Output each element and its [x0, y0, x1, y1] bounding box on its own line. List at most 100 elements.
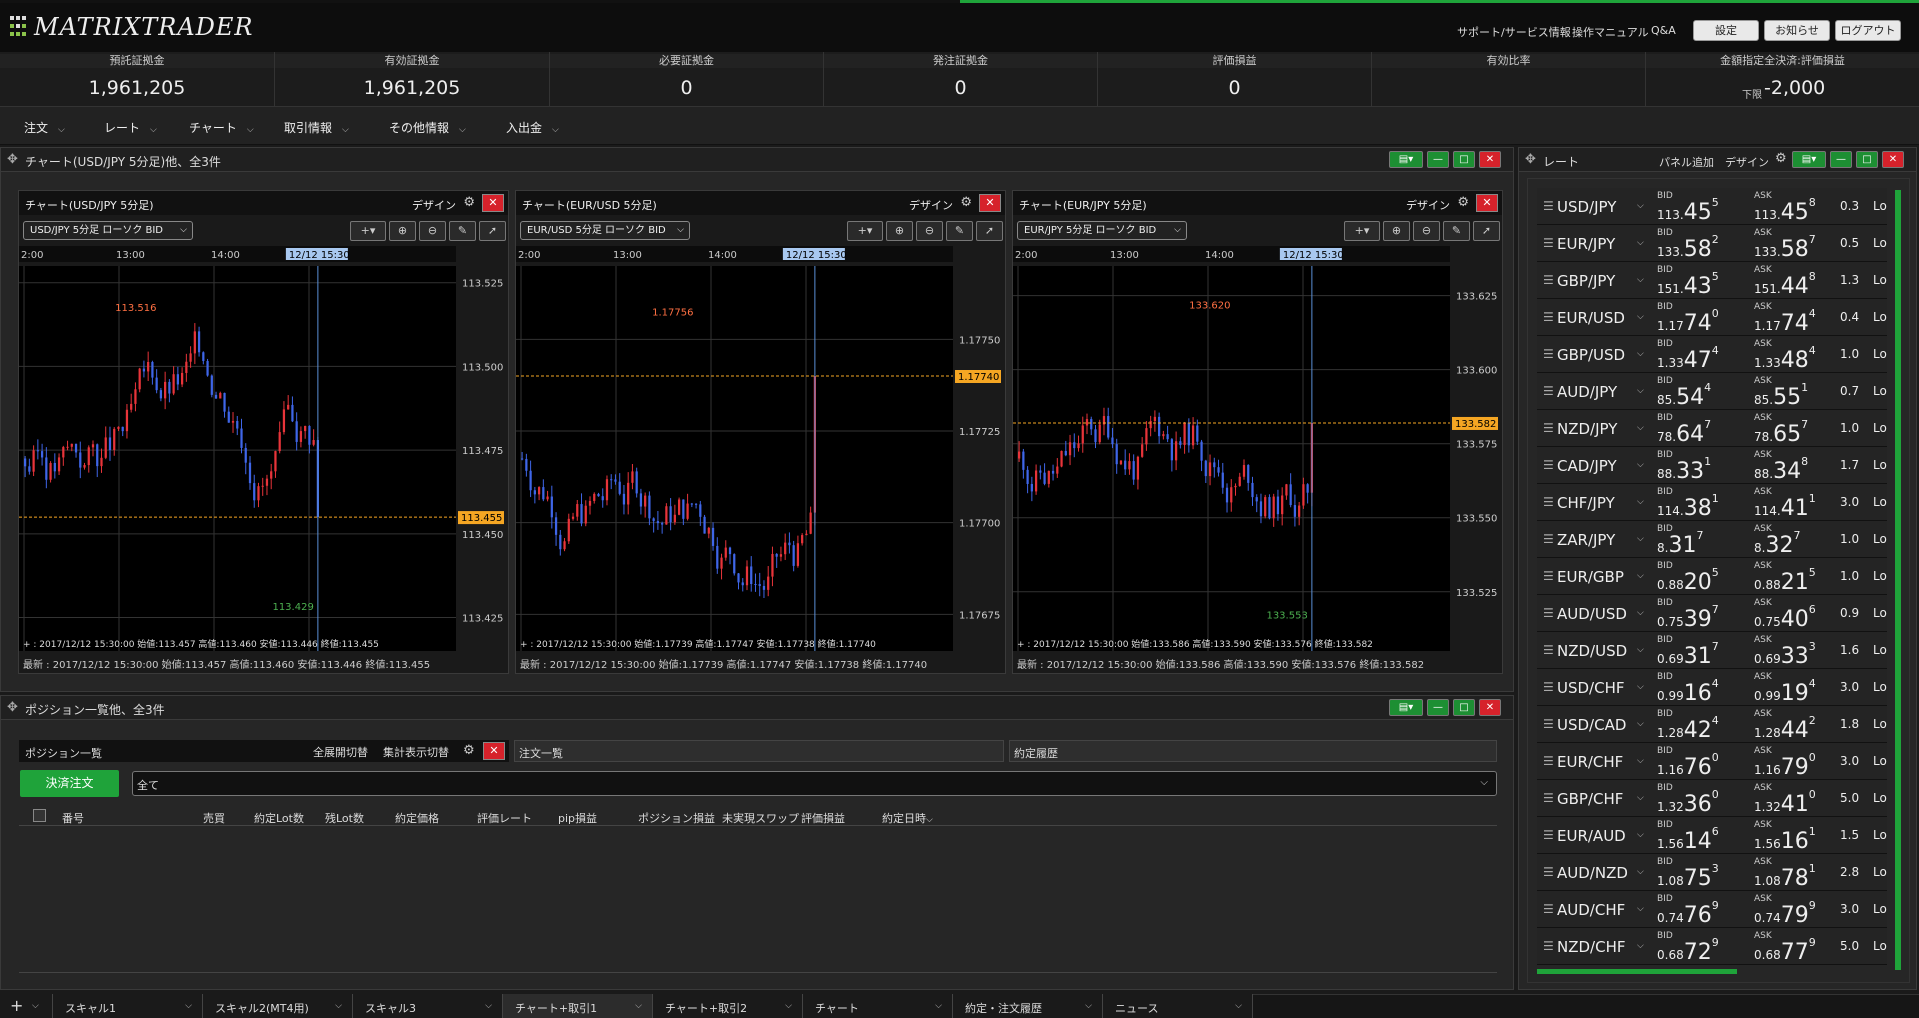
chart-type-select[interactable]: EUR/USD 5分足 ローソク BID ⌵: [520, 221, 690, 240]
bid-price[interactable]: 0.74769: [1657, 899, 1747, 928]
close-icon[interactable]: ✕: [483, 742, 505, 760]
order-list-tab[interactable]: 注文一覧: [514, 740, 1004, 762]
col-header[interactable]: 未実現スワップ: [722, 810, 799, 826]
col-header[interactable]: 番号: [62, 810, 84, 826]
minimize-button[interactable]: —: [1427, 699, 1449, 716]
ask-price[interactable]: 0.69333: [1754, 640, 1844, 669]
layout-dropdown-button[interactable]: ▤▾: [1389, 151, 1423, 168]
notice-button[interactable]: お知らせ: [1764, 20, 1830, 41]
bid-price[interactable]: 151.435: [1657, 270, 1747, 299]
bid-price[interactable]: 85.544: [1657, 381, 1747, 410]
bottom-tab-6[interactable]: 約定・注文履歴 ⌵: [953, 994, 1103, 1018]
rate-row-aud-chf[interactable]: ☰ AUD/CHF ⌵ BID ASK 0.74769 0.74799 3.0 Lo: [1537, 891, 1887, 928]
chart-type-select[interactable]: USD/JPY 5分足 ローソク BID ⌵: [23, 221, 193, 240]
drag-handle-icon[interactable]: ☰: [1543, 569, 1554, 583]
expand-toggle[interactable]: 全展開切替: [313, 744, 368, 760]
col-header[interactable]: 評価損益: [801, 810, 845, 826]
rate-row-nzd-usd[interactable]: ☰ NZD/USD ⌵ BID ASK 0.69317 0.69333 1.6 Lo: [1537, 632, 1887, 669]
rate-row-eur-usd[interactable]: ☰ EUR/USD ⌵ BID ASK 1.17740 1.17744 0.4 Lo: [1537, 299, 1887, 336]
chevron-down-icon[interactable]: ⌵: [1637, 793, 1644, 803]
bid-price[interactable]: 1.56146: [1657, 825, 1747, 854]
chevron-down-icon[interactable]: ⌵: [1637, 312, 1644, 322]
crosshair-icon[interactable]: +▾: [350, 221, 386, 241]
zoom-in-icon[interactable]: ⊕: [886, 221, 913, 241]
chevron-down-icon[interactable]: ⌵: [785, 1001, 792, 1011]
gear-icon[interactable]: ⚙: [960, 195, 972, 210]
add-panel-link[interactable]: パネル追加: [1659, 154, 1714, 170]
gear-icon[interactable]: ⚙: [1775, 151, 1787, 166]
menu-order[interactable]: 注文 ⌵: [24, 119, 65, 136]
bottom-tab-5[interactable]: チャート ⌵: [803, 994, 953, 1018]
rate-row-zar-jpy[interactable]: ☰ ZAR/JPY ⌵ BID ASK 8.317 8.327 1.0 Lo: [1537, 521, 1887, 558]
chart-design-link[interactable]: デザイン: [412, 197, 456, 213]
chevron-down-icon[interactable]: ⌵: [1637, 645, 1644, 655]
chevron-down-icon[interactable]: ⌵: [1637, 719, 1644, 729]
layout-dropdown-button[interactable]: ▤▾: [1792, 151, 1826, 168]
gear-icon[interactable]: ⚙: [463, 195, 475, 210]
close-button[interactable]: ✕: [1479, 151, 1501, 168]
drag-handle-icon[interactable]: ☰: [1543, 643, 1554, 657]
chart-type-select[interactable]: EUR/JPY 5分足 ローソク BID ⌵: [1017, 221, 1187, 240]
drag-handle-icon[interactable]: ☰: [1543, 199, 1554, 213]
ask-price[interactable]: 8.327: [1754, 529, 1844, 558]
ask-price[interactable]: 1.08781: [1754, 862, 1844, 891]
chevron-down-icon[interactable]: ⌵: [1637, 497, 1644, 507]
bid-price[interactable]: 114.381: [1657, 492, 1747, 521]
filter-select[interactable]: 全て ⌵: [132, 771, 1497, 796]
bottom-tab-0[interactable]: スキャル1 ⌵: [53, 994, 203, 1018]
ask-price[interactable]: 1.17744: [1754, 307, 1844, 336]
rate-row-usd-cad[interactable]: ☰ USD/CAD ⌵ BID ASK 1.28424 1.28442 1.8 Lo: [1537, 706, 1887, 743]
close-icon[interactable]: ✕: [979, 194, 1001, 212]
ask-price[interactable]: 1.16790: [1754, 751, 1844, 780]
bid-price[interactable]: 88.331: [1657, 455, 1747, 484]
close-button[interactable]: ✕: [1882, 151, 1904, 168]
chart-design-link[interactable]: デザイン: [1406, 197, 1450, 213]
manual-link[interactable]: 操作マニュアル: [1572, 24, 1649, 40]
menu-chart[interactable]: チャート ⌵: [189, 119, 254, 136]
drag-handle-icon[interactable]: ☰: [1543, 458, 1554, 472]
drag-handle-icon[interactable]: ☰: [1543, 347, 1554, 361]
chevron-down-icon[interactable]: ⌵: [1637, 423, 1644, 433]
zoom-out-icon[interactable]: ⊖: [916, 221, 943, 241]
rate-row-cad-jpy[interactable]: ☰ CAD/JPY ⌵ BID ASK 88.331 88.348 1.7 Lo: [1537, 447, 1887, 484]
design-link[interactable]: デザイン: [1725, 154, 1769, 170]
chevron-down-icon[interactable]: ⌵: [185, 1001, 192, 1011]
move-icon[interactable]: ✥: [7, 700, 18, 715]
col-header[interactable]: 売買: [203, 810, 225, 826]
bottom-tab-1[interactable]: スキャル2(MT4用) ⌵: [203, 994, 353, 1018]
bid-price[interactable]: 113.455: [1657, 196, 1747, 225]
chevron-down-icon[interactable]: ⌵: [1637, 275, 1644, 285]
chevron-down-icon[interactable]: ⌵: [1637, 349, 1644, 359]
chevron-down-icon[interactable]: ⌵: [1235, 1001, 1242, 1011]
ask-price[interactable]: 85.551: [1754, 381, 1844, 410]
bid-price[interactable]: 133.582: [1657, 233, 1747, 262]
drag-handle-icon[interactable]: ☰: [1543, 828, 1554, 842]
drag-handle-icon[interactable]: ☰: [1543, 939, 1554, 953]
bottom-tab-4[interactable]: チャート+取引2 ⌵: [653, 994, 803, 1018]
bottom-tab-7[interactable]: ニュース ⌵: [1103, 994, 1253, 1018]
ask-price[interactable]: 0.74799: [1754, 899, 1844, 928]
menu-other-info[interactable]: その他情報 ⌵: [389, 119, 466, 136]
zoom-in-icon[interactable]: ⊕: [389, 221, 416, 241]
rate-row-nzd-chf[interactable]: ☰ NZD/CHF ⌵ BID ASK 0.68729 0.68779 5.0 Lo: [1537, 928, 1887, 965]
chart-canvas[interactable]: 2:0013:0014:0015:00113.525113.500113.475…: [19, 246, 508, 671]
close-icon[interactable]: ✕: [1476, 194, 1498, 212]
summary-toggle[interactable]: 集計表示切替: [383, 744, 449, 760]
ask-price[interactable]: 114.411: [1754, 492, 1844, 521]
col-header[interactable]: 残Lot数: [325, 810, 364, 826]
bid-price[interactable]: 0.99164: [1657, 677, 1747, 706]
chevron-down-icon[interactable]: ⌵: [1637, 460, 1644, 470]
chevron-down-icon[interactable]: ⌵: [1085, 1001, 1092, 1011]
maximize-button[interactable]: □: [1453, 151, 1475, 168]
rate-row-aud-jpy[interactable]: ☰ AUD/JPY ⌵ BID ASK 85.544 85.551 0.7 Lo: [1537, 373, 1887, 410]
zoom-in-icon[interactable]: ⊕: [1383, 221, 1410, 241]
maximize-button[interactable]: □: [1453, 699, 1475, 716]
drag-handle-icon[interactable]: ☰: [1543, 421, 1554, 435]
bid-price[interactable]: 0.75397: [1657, 603, 1747, 632]
chart-canvas[interactable]: 2:0013:0014:0015:001.177501.177251.17700…: [516, 246, 1005, 671]
layout-dropdown-button[interactable]: ▤▾: [1389, 699, 1423, 716]
chevron-down-icon[interactable]: ⌵: [1637, 830, 1644, 840]
ask-price[interactable]: 0.88215: [1754, 566, 1844, 595]
line-tool-icon[interactable]: ➚: [479, 221, 506, 241]
col-header[interactable]: 約定価格: [395, 810, 439, 826]
